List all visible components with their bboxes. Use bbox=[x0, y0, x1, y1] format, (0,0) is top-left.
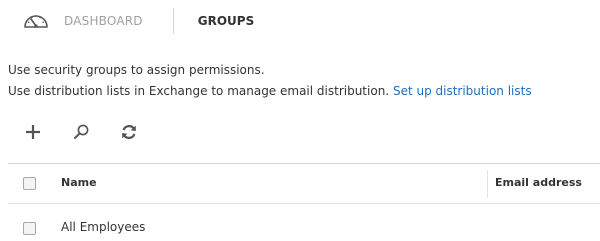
nav-divider bbox=[172, 8, 174, 34]
toolbar bbox=[22, 121, 140, 143]
table-row[interactable]: All Employees bbox=[0, 210, 600, 240]
search-button[interactable] bbox=[70, 121, 92, 143]
top-navigation: DASHBOARD GROUPS bbox=[22, 6, 254, 36]
description-security-groups: Use security groups to assign permission… bbox=[8, 63, 265, 77]
plus-icon bbox=[26, 125, 40, 139]
column-divider bbox=[487, 170, 488, 198]
group-name-cell[interactable]: All Employees bbox=[61, 220, 145, 234]
add-button[interactable] bbox=[22, 121, 44, 143]
table-header-row: Name Email address bbox=[0, 164, 600, 202]
select-all-checkbox[interactable] bbox=[23, 177, 36, 190]
nav-dashboard-link[interactable]: DASHBOARD bbox=[64, 14, 143, 28]
refresh-icon bbox=[122, 125, 136, 139]
column-header-name[interactable]: Name bbox=[61, 176, 97, 189]
refresh-button[interactable] bbox=[118, 121, 140, 143]
description-distribution-text: Use distribution lists in Exchange to ma… bbox=[8, 84, 390, 98]
search-icon bbox=[74, 124, 89, 139]
speedometer-icon[interactable] bbox=[22, 10, 50, 32]
nav-groups-current[interactable]: GROUPS bbox=[198, 14, 254, 28]
setup-distribution-lists-link[interactable]: Set up distribution lists bbox=[393, 84, 532, 98]
column-header-email[interactable]: Email address bbox=[495, 176, 582, 189]
table-header-border bbox=[8, 203, 600, 204]
row-checkbox[interactable] bbox=[23, 222, 36, 235]
description-distribution: Use distribution lists in Exchange to ma… bbox=[8, 84, 532, 98]
